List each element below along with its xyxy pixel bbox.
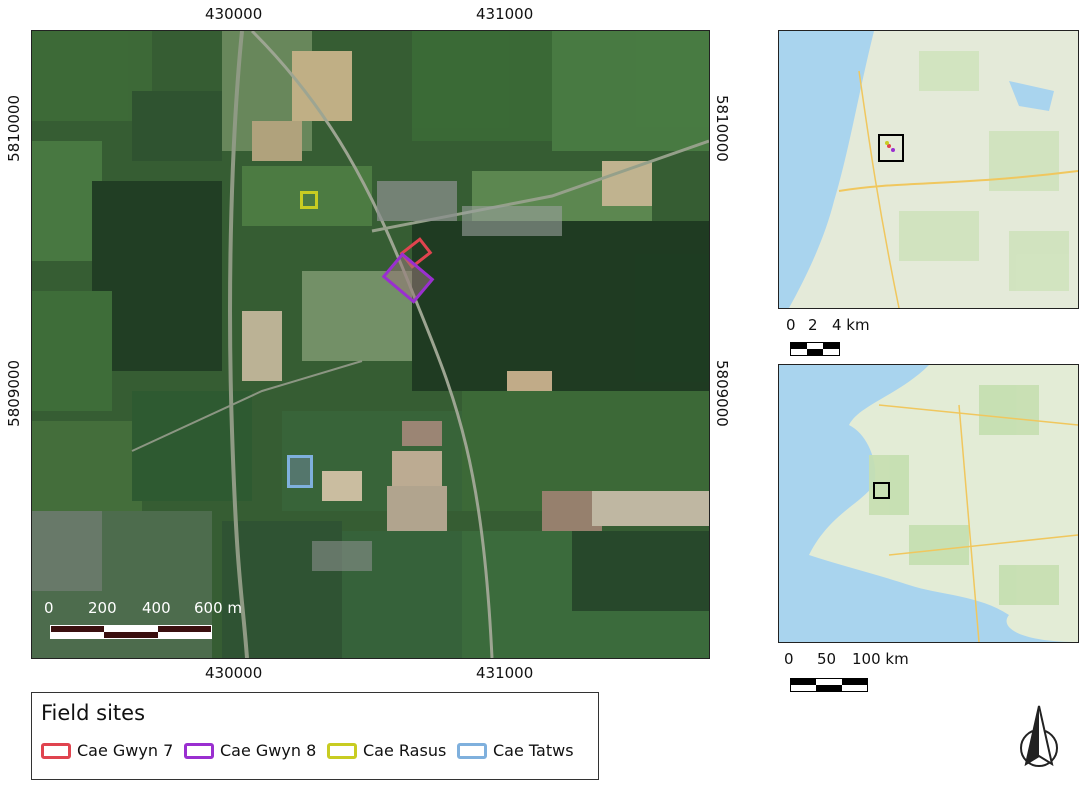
scalebar-label-600: 600 m bbox=[194, 599, 243, 617]
legend-label: Cae Rasus bbox=[363, 741, 447, 760]
x-tick-top-431000: 431000 bbox=[476, 5, 534, 23]
legend-item-cae-rasus: Cae Rasus bbox=[327, 741, 446, 760]
x-tick-bottom-431000: 431000 bbox=[476, 664, 534, 682]
inset-bottom-scalebar-label-50: 50 bbox=[817, 650, 837, 668]
y-tick-right-5809000: 5809000 bbox=[713, 360, 731, 427]
legend-title: Field sites bbox=[41, 701, 146, 725]
x-tick-top-430000: 430000 bbox=[205, 5, 263, 23]
legend-label: Cae Tatws bbox=[493, 741, 574, 760]
inset-top-scalebar-label-2: 2 bbox=[808, 316, 818, 334]
legend-item-cae-tatws: Cae Tatws bbox=[457, 741, 574, 760]
x-tick-bottom-430000: 430000 bbox=[205, 664, 263, 682]
north-arrow-icon bbox=[1014, 702, 1064, 774]
inset-top-scalebar-label-4km: 4 km bbox=[832, 316, 870, 334]
national-map-image bbox=[779, 365, 1078, 642]
legend-swatch-cae-gwyn-7 bbox=[41, 742, 71, 759]
y-tick-right-5810000: 5810000 bbox=[713, 95, 731, 162]
scalebar-label-400: 400 bbox=[142, 599, 171, 617]
y-tick-left-5810000: 5810000 bbox=[5, 95, 23, 162]
scalebar-label-0: 0 bbox=[44, 599, 54, 617]
inset-bottom-scalebar-label-100km: 100 km bbox=[852, 650, 909, 668]
legend-swatch-cae-rasus bbox=[327, 742, 357, 759]
inset-bottom-scalebar bbox=[790, 678, 868, 692]
main-scalebar bbox=[50, 625, 212, 639]
site-cae-rasus bbox=[300, 191, 318, 209]
legend-swatch-cae-gwyn-8 bbox=[184, 742, 214, 759]
satellite-imagery bbox=[32, 31, 709, 658]
scalebar-label-200: 200 bbox=[88, 599, 117, 617]
inset-map-regional bbox=[778, 30, 1079, 309]
legend-item-cae-gwyn-8: Cae Gwyn 8 bbox=[184, 741, 316, 760]
y-tick-left-5809000: 5809000 bbox=[5, 360, 23, 427]
regional-map-image bbox=[779, 31, 1078, 308]
legend: Field sites Cae Gwyn 7 Cae Gwyn 8 Cae Ra… bbox=[31, 692, 599, 780]
inset-bottom-scalebar-label-0: 0 bbox=[784, 650, 794, 668]
legend-swatch-cae-tatws bbox=[457, 742, 487, 759]
main-satellite-map: 0 200 400 600 m bbox=[31, 30, 710, 659]
inset-top-scalebar-label-0: 0 bbox=[786, 316, 796, 334]
inset-map-national bbox=[778, 364, 1079, 643]
legend-label: Cae Gwyn 8 bbox=[220, 741, 317, 760]
legend-label: Cae Gwyn 7 bbox=[77, 741, 174, 760]
legend-item-cae-gwyn-7: Cae Gwyn 7 bbox=[41, 741, 173, 760]
site-cae-tatws bbox=[287, 455, 313, 488]
inset-top-scalebar bbox=[790, 342, 840, 356]
